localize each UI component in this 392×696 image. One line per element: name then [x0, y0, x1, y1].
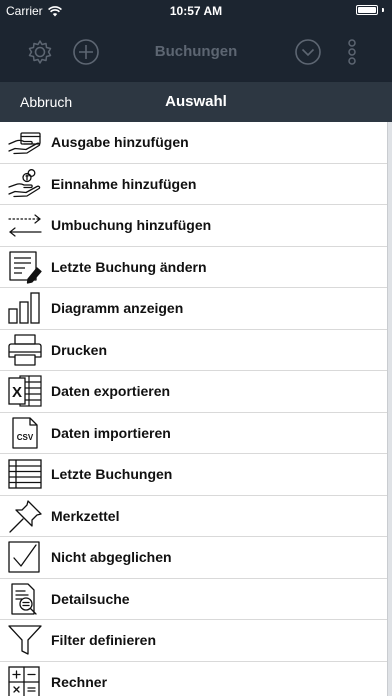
menu-item-label: Drucken: [51, 341, 108, 358]
calculator-icon: [0, 661, 50, 696]
checkbox-check-icon: [0, 537, 50, 578]
bar-chart-icon: [0, 288, 50, 329]
menu-item-label: Letzte Buchung ändern: [51, 258, 207, 275]
pushpin-icon: [0, 495, 50, 536]
csv-file-icon: CSV: [0, 412, 50, 453]
battery-indicator: [356, 5, 384, 15]
hand-card-icon: [0, 122, 50, 163]
menu-item-detailsuche[interactable]: Detailsuche: [0, 578, 387, 620]
menu-item-umbuchung[interactable]: Umbuchung hinzufügen: [0, 205, 387, 247]
nav-bar: Buchungen: [0, 22, 392, 82]
menu-item-label: Ausgabe hinzufügen: [51, 134, 189, 151]
menu-item-filter[interactable]: Filter definieren: [0, 620, 387, 662]
menu-item-exportieren[interactable]: X Daten exportieren: [0, 371, 387, 413]
menu-item-label: Filter definieren: [51, 632, 157, 649]
more-vertical-icon[interactable]: [338, 38, 366, 66]
menu-item-label: Merkzettel: [51, 507, 120, 524]
svg-text:X: X: [12, 384, 22, 401]
menu-item-label: Letzte Buchungen: [51, 466, 173, 483]
status-time: 10:57 AM: [169, 4, 223, 18]
menu-item-letzte-buchung-aendern[interactable]: Letzte Buchung ändern: [0, 246, 387, 288]
edit-document-icon: [0, 246, 50, 287]
svg-text:CSV: CSV: [17, 433, 34, 442]
document-search-icon: [0, 578, 50, 619]
menu-item-merkzettel[interactable]: Merkzettel: [0, 495, 387, 537]
hand-coins-icon: [0, 163, 50, 204]
menu-item-label: Rechner: [51, 673, 108, 690]
transfer-arrows-icon: [0, 205, 50, 246]
list-table-icon: [0, 454, 50, 495]
menu-item-einnahme[interactable]: Einnahme hinzufügen: [0, 163, 387, 205]
menu-item-label: Diagramm anzeigen: [51, 300, 184, 317]
battery-icon: [356, 5, 378, 15]
menu-title: Auswahl: [165, 93, 227, 110]
background-edge: [388, 122, 392, 696]
menu-item-label: Daten importieren: [51, 424, 171, 441]
menu-item-ausgabe[interactable]: Ausgabe hinzufügen: [0, 122, 387, 164]
menu-item-drucken[interactable]: Drucken: [0, 329, 387, 371]
status-bar: Carrier 10:57 AM: [0, 0, 392, 22]
menu-item-nicht-abgeglichen[interactable]: Nicht abgeglichen: [0, 537, 387, 579]
menu-item-label: Einnahme hinzufügen: [51, 175, 197, 192]
menu-item-importieren[interactable]: CSV Daten importieren: [0, 412, 387, 454]
menu-list: Ausgabe hinzufügen Einnahme hinzufügen U…: [0, 122, 388, 696]
menu-item-label: Detailsuche: [51, 590, 130, 607]
chevron-down-circle-icon[interactable]: [294, 38, 322, 66]
menu-item-label: Umbuchung hinzufügen: [51, 217, 212, 234]
excel-export-icon: X: [0, 371, 50, 412]
menu-header: Abbruch Auswahl: [0, 82, 392, 122]
menu-item-diagramm[interactable]: Diagramm anzeigen: [0, 288, 387, 330]
funnel-icon: [0, 620, 50, 661]
printer-icon: [0, 329, 50, 370]
menu-item-label: Nicht abgeglichen: [51, 549, 172, 566]
menu-item-rechner[interactable]: Rechner: [0, 662, 387, 696]
menu-item-letzte-buchungen[interactable]: Letzte Buchungen: [0, 454, 387, 496]
nav-title: Buchungen: [154, 43, 238, 60]
menu-item-label: Daten exportieren: [51, 383, 171, 400]
